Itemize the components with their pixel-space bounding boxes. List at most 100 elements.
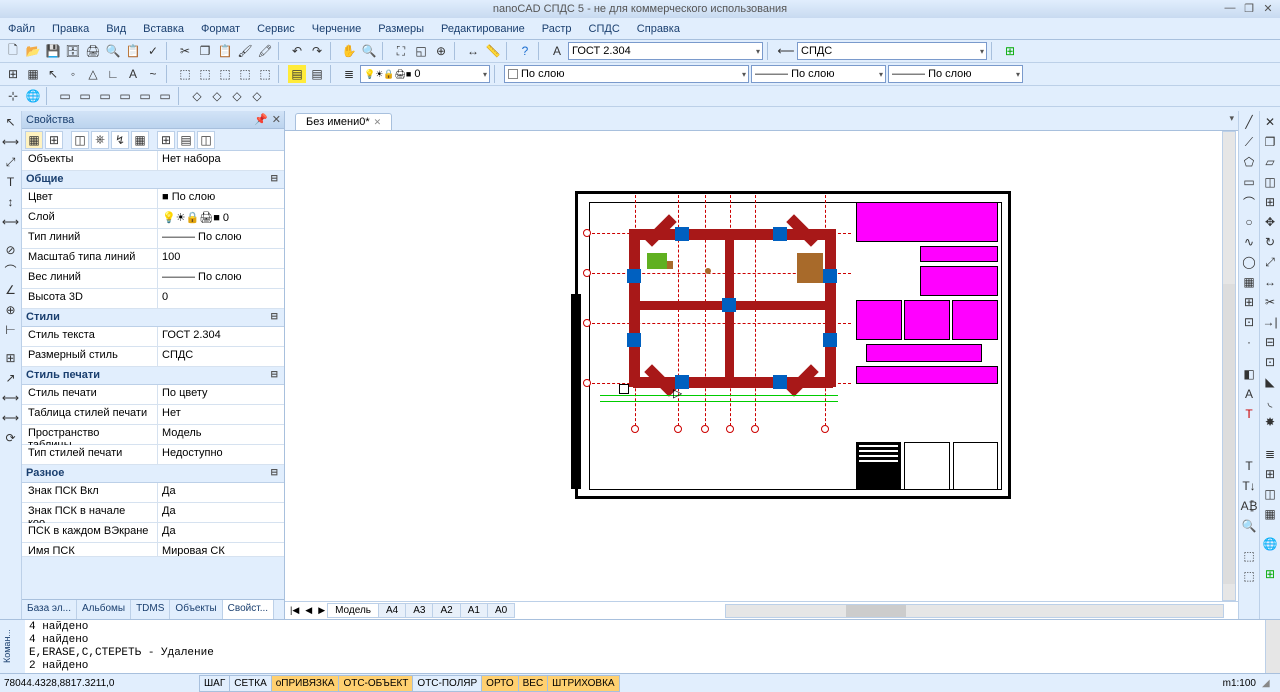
r2-block-icon[interactable]: ◫ [1261, 485, 1279, 503]
snap-mid-icon[interactable]: △ [84, 65, 102, 83]
close-button[interactable]: ✕ [1260, 1, 1276, 15]
snap-cursor-icon[interactable]: ↖ [44, 65, 62, 83]
r1-pline-icon[interactable]: ⟋ [1240, 133, 1258, 151]
r1-mtext-icon[interactable]: T [1240, 405, 1258, 423]
r2-rotate-icon[interactable]: ↻ [1261, 233, 1279, 251]
prop-ucsn-val[interactable]: Мировая СК [157, 543, 284, 556]
prop-color-val[interactable]: ■ По слою [157, 189, 284, 208]
r1-region-icon[interactable]: ◧ [1240, 365, 1258, 383]
dim-ord-icon[interactable]: ⊢ [2, 321, 20, 339]
r1-rect-icon[interactable]: ▭ [1240, 173, 1258, 191]
r1-spline-icon[interactable]: ∿ [1240, 233, 1258, 251]
status-btn-отс-поляр[interactable]: ОТС-ПОЛЯР [412, 675, 482, 692]
snap-grid-icon[interactable]: ⊞ [4, 65, 22, 83]
r2-extend-icon[interactable]: →| [1261, 313, 1279, 331]
drawing-canvas[interactable]: ▷ [285, 131, 1238, 601]
section-misc[interactable]: Разное [22, 465, 284, 483]
layout-a2[interactable]: A2 [432, 603, 460, 618]
copy-icon[interactable]: ❐ [196, 42, 214, 60]
view-iso1-icon[interactable]: ◇ [188, 87, 206, 105]
r1-poly-icon[interactable]: ⬠ [1240, 153, 1258, 171]
status-btn-шаг[interactable]: ШАГ [199, 675, 230, 692]
dim-vert-icon[interactable]: ↕ [2, 193, 20, 211]
plot-icon[interactable]: 📋 [124, 42, 142, 60]
r1-f1-icon[interactable]: A₿ [1240, 497, 1258, 515]
menu-raster[interactable]: Растр [540, 21, 574, 37]
layer3-icon[interactable]: ⬚ [216, 65, 234, 83]
undo-icon[interactable]: ↶ [288, 42, 306, 60]
r1-e1-icon[interactable]: ⬚ [1240, 547, 1258, 565]
measure-icon[interactable]: 📏 [484, 42, 502, 60]
saveall-icon[interactable]: 🗄 [64, 42, 82, 60]
r1-circle-icon[interactable]: ○ [1240, 213, 1258, 231]
prop-lweight-val[interactable]: ——— По слою [157, 269, 284, 288]
print-icon[interactable]: 🖨 [84, 42, 102, 60]
layout-nav-prev[interactable]: ◀ [302, 605, 315, 616]
menu-spds[interactable]: СПДС [587, 21, 622, 37]
help-icon[interactable]: ? [516, 42, 534, 60]
dim-angle-icon[interactable]: ∠ [2, 281, 20, 299]
canvas-h-scrollbar[interactable] [725, 604, 1224, 618]
prop-layer-val[interactable]: 💡☀🔒🖨■ 0 [157, 209, 284, 228]
prop-pty-val[interactable]: Недоступно [157, 445, 284, 464]
dim-circle-icon[interactable]: ⊘ [2, 241, 20, 259]
view-iso2-icon[interactable]: ◇ [208, 87, 226, 105]
r2-erase-icon[interactable]: ✕ [1261, 113, 1279, 131]
lineweight-combo[interactable]: ——— По слою [888, 65, 1023, 83]
r2-offset-icon[interactable]: ◫ [1261, 173, 1279, 191]
dim-over-icon[interactable]: ⟷ [2, 409, 20, 427]
prop-pt-val[interactable]: Нет [157, 405, 284, 424]
prop-ltype-val[interactable]: ——— По слою [157, 229, 284, 248]
ptool-g-icon[interactable]: ◫ [197, 131, 215, 149]
layer4-icon[interactable]: ⬚ [236, 65, 254, 83]
paste-icon[interactable]: 📋 [216, 42, 234, 60]
layer2-icon[interactable]: ⬚ [196, 65, 214, 83]
menu-help[interactable]: Справка [635, 21, 682, 37]
r2-move-icon[interactable]: ✥ [1261, 213, 1279, 231]
menu-insert[interactable]: Вставка [141, 21, 186, 37]
status-scale[interactable]: m1:100 [1217, 676, 1262, 691]
audit-icon[interactable]: ✓ [144, 42, 162, 60]
dim-style-combo[interactable]: СПДС [797, 42, 987, 60]
open-icon[interactable]: 📂 [24, 42, 42, 60]
view-right-icon[interactable]: ▭ [116, 87, 134, 105]
ptool-pick-icon[interactable]: ▦ [25, 131, 43, 149]
layers-manager-icon[interactable]: ▤ [288, 65, 306, 83]
ptool-c-icon[interactable]: ↯ [111, 131, 129, 149]
menu-modify[interactable]: Редактирование [439, 21, 527, 37]
dim-base-icon[interactable]: ⟷ [2, 213, 20, 231]
layout-model[interactable]: Модель [327, 603, 379, 618]
r1-f2-icon[interactable]: 🔍 [1240, 517, 1258, 535]
color-combo[interactable]: По слою [504, 65, 749, 83]
r1-line-icon[interactable]: ╱ [1240, 113, 1258, 131]
menu-file[interactable]: Файл [6, 21, 37, 37]
panel-close-icon[interactable]: ✕ [272, 113, 281, 126]
layout-a1[interactable]: A1 [460, 603, 488, 618]
r2-globe-icon[interactable]: 🌐 [1261, 535, 1279, 553]
view-iso3-icon[interactable]: ◇ [228, 87, 246, 105]
ptool-d-icon[interactable]: ▦ [131, 131, 149, 149]
tab-close-icon[interactable]: ✕ [374, 117, 382, 128]
layout-a4[interactable]: A4 [378, 603, 406, 618]
r1-point-icon[interactable]: · [1240, 333, 1258, 351]
status-btn-сетка[interactable]: СЕТКА [229, 675, 272, 692]
snap-curve-icon[interactable]: ~ [144, 65, 162, 83]
ptool-a-icon[interactable]: ◫ [71, 131, 89, 149]
text-style-icon[interactable]: A [548, 42, 566, 60]
view-iso4-icon[interactable]: ◇ [248, 87, 266, 105]
leader-icon[interactable]: ↗ [2, 369, 20, 387]
tab-properties[interactable]: Свойст... [223, 600, 274, 619]
dim-style-icon[interactable]: ⟵ [777, 42, 795, 60]
view-world-icon[interactable]: 🌐 [24, 87, 42, 105]
panel-pin-icon[interactable]: 📌 [254, 113, 268, 126]
dim-edit-icon[interactable]: ⟷ [2, 389, 20, 407]
zoom-icon[interactable]: 🔍 [360, 42, 378, 60]
minimize-button[interactable]: — [1222, 1, 1238, 15]
r2-explode-icon[interactable]: ✸ [1261, 413, 1279, 431]
zoom-win-icon[interactable]: ◱ [412, 42, 430, 60]
r1-insert-icon[interactable]: ⊡ [1240, 313, 1258, 331]
r1-t2-icon[interactable]: T↓ [1240, 477, 1258, 495]
ptool-e-icon[interactable]: ⊞ [157, 131, 175, 149]
r2-app-icon[interactable]: ⊞ [1261, 565, 1279, 583]
layer1-icon[interactable]: ⬚ [176, 65, 194, 83]
